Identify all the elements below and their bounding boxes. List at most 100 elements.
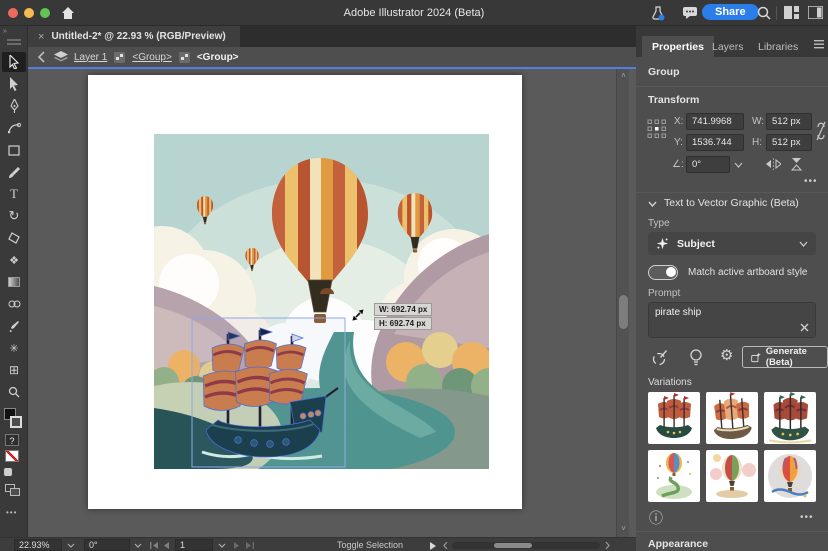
tab-layers[interactable]: Layers [702,36,754,57]
y-input[interactable]: 1536.744 [686,134,744,151]
breadcrumb-layer[interactable]: Layer 1 [74,52,107,63]
artboard-number-field[interactable]: 1 [175,539,213,551]
rotate-tool[interactable]: ↻ [2,206,26,226]
document-tab[interactable]: × Untitled-2* @ 22.93 % (RGB/Preview) [28,26,240,47]
tab-libraries[interactable]: Libraries [748,36,808,57]
toolbar-more-icon[interactable]: ••• [6,508,17,517]
prompt-value: pirate ship [655,307,701,318]
scroll-up-icon[interactable]: ˄ [619,71,628,80]
variation-thumbnail-ship-2[interactable] [706,392,758,444]
section-collapse-icon[interactable] [648,201,657,207]
flip-horizontal-icon[interactable] [766,158,781,170]
hscroll-right-icon[interactable] [605,542,610,549]
toolbar-collapse-icon[interactable]: » [3,28,7,35]
zoom-tool[interactable] [2,382,26,402]
variation-thumbnail-balloon-3[interactable] [764,450,816,502]
lightbulb-icon[interactable] [688,348,704,366]
ttv-title[interactable]: Text to Vector Graphic (Beta) [664,197,799,209]
match-artboard-style-toggle[interactable] [648,265,678,280]
symbol-sprayer-tool[interactable]: ✳ [2,338,26,358]
variation-thumbnail-ship-1[interactable] [648,392,700,444]
variation-thumbnail-balloon-1[interactable] [648,450,700,502]
direct-selection-tool[interactable] [2,74,26,94]
curvature-tool[interactable] [2,118,26,138]
paintbrush-tool[interactable] [2,162,26,182]
scroll-down-icon[interactable]: ˅ [619,524,628,533]
toolbar-drag-handle[interactable] [7,43,21,45]
type-tool[interactable]: T [2,184,26,204]
next-artboard-icon[interactable] [234,542,240,549]
none-fill-swatch[interactable] [5,450,19,462]
shape-builder-tool[interactable]: ❖ [2,250,26,270]
variations-title: Variations [648,377,692,388]
h-label: H: [752,137,762,148]
last-artboard-icon[interactable] [245,542,254,549]
status-play-icon[interactable] [430,542,436,550]
constrain-proportions-unlinked-icon[interactable] [815,118,827,144]
search-icon[interactable] [756,5,772,21]
pen-tool[interactable] [2,96,26,116]
horizontal-scrollbar[interactable] [452,542,600,549]
back-arrow-icon[interactable] [36,51,48,63]
selection-tool[interactable] [2,52,26,72]
eyedropper-tool[interactable] [2,316,26,336]
status-display-label[interactable]: Toggle Selection [300,540,440,550]
variations-info-icon[interactable]: ⓘ [649,508,663,528]
toolbar-drag-handle[interactable] [7,39,21,41]
reference-point-locator[interactable] [646,114,668,144]
variations-more-icon[interactable]: ••• [800,512,814,523]
flip-vertical-icon[interactable] [790,157,803,171]
previous-artboard-icon[interactable] [163,542,169,549]
h-input[interactable]: 512 px [766,134,812,151]
variation-thumbnail-ship-3[interactable] [764,392,816,444]
eraser-tool[interactable] [2,228,26,248]
transform-more-icon[interactable]: ••• [804,176,818,187]
panels-layout-icon[interactable] [808,6,823,19]
gradient-tool[interactable] [2,272,26,292]
style-picker-icon[interactable] [650,348,668,366]
zoom-dropdown-icon[interactable] [67,543,75,548]
vertical-scrollbar-thumb[interactable] [619,295,628,329]
rotation-dropdown[interactable]: 0° [686,156,730,173]
rectangle-tool[interactable] [2,140,26,160]
hscroll-left-icon[interactable] [443,542,448,549]
shape-mode-icon[interactable] [4,468,12,476]
variation-thumbnail-balloon-2[interactable] [706,450,758,502]
panel-menu-icon[interactable] [814,40,824,49]
chevron-down-icon[interactable] [734,162,743,168]
vertical-scrollbar[interactable]: ˄ ˅ [616,69,629,537]
x-input[interactable]: 741.9968 [686,113,744,130]
size-tooltip: W: 692.74 px H: 692.74 px [374,303,432,331]
group-icon [178,51,191,64]
question-swatch[interactable]: ? [5,434,19,446]
workspace-layout-icon[interactable] [784,6,799,19]
layers-icon [54,51,68,63]
prompt-input[interactable]: pirate ship [648,302,816,338]
rotation-dropdown-icon[interactable] [134,543,142,548]
status-bar: 22.93% 0° 1 Toggle Selection [0,537,636,551]
type-label: Type [648,218,670,229]
zoom-level-field[interactable]: 22.93% [14,539,62,551]
breadcrumb-group-1[interactable]: <Group> [132,52,171,63]
type-dropdown[interactable]: Subject [648,232,816,255]
canvas-area[interactable]: W: 692.74 px H: 692.74 px ˄ ˅ [28,69,636,537]
prompt-label: Prompt [648,288,680,299]
clear-prompt-icon[interactable] [800,323,809,332]
artboard-dropdown-icon[interactable] [218,543,226,548]
generate-button[interactable]: Generate (Beta) [742,346,828,368]
comments-icon[interactable] [682,6,698,20]
w-input[interactable]: 512 px [766,113,812,130]
draw-mode-icon[interactable] [10,488,20,496]
first-artboard-icon[interactable] [150,542,159,549]
blend-tool[interactable] [2,294,26,314]
stroke-color-swatch[interactable] [10,416,22,428]
beta-feedback-beaker-icon[interactable] [650,5,666,21]
share-button[interactable]: Share [702,4,759,20]
tab-close-icon[interactable]: × [38,31,44,43]
generate-settings-gear-icon[interactable]: ⚙ [720,346,733,364]
group-icon [113,51,126,64]
horizontal-scrollbar-thumb[interactable] [494,543,532,548]
rotation-field[interactable]: 0° [84,539,130,551]
artboard-tool[interactable]: ⊞ [2,360,26,380]
panel-tab-bar: Properties Layers Libraries [636,26,828,57]
